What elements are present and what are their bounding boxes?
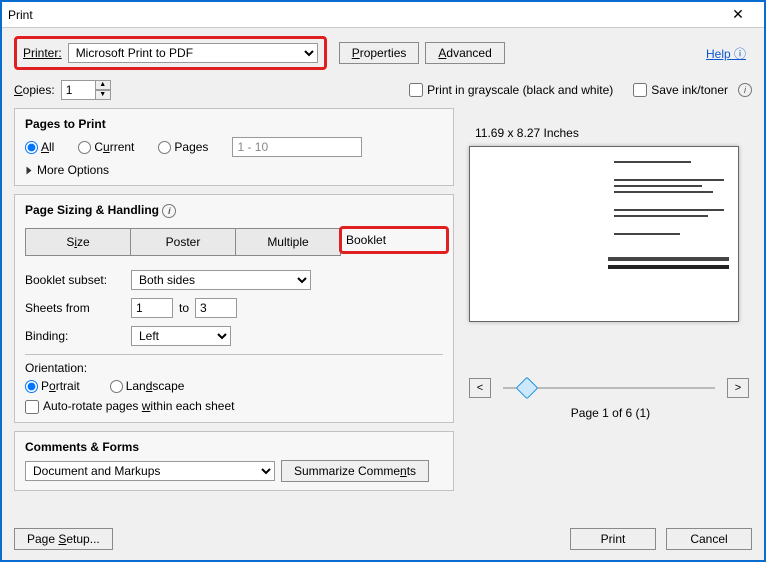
printer-label: Printer: bbox=[23, 46, 62, 60]
help-link[interactable]: Help ⓘ bbox=[706, 45, 752, 62]
copies-label: Copies: bbox=[14, 83, 55, 97]
next-page-button[interactable]: > bbox=[727, 378, 749, 398]
subset-label: Booklet subset: bbox=[25, 273, 125, 287]
print-dialog: Print ✕ Printer: Microsoft Print to PDF … bbox=[0, 0, 766, 562]
printer-row: Printer: Microsoft Print to PDF Properti… bbox=[14, 36, 752, 70]
comments-select[interactable]: Document and Markups bbox=[25, 461, 275, 481]
radio-landscape[interactable]: Landscape bbox=[110, 379, 185, 393]
radio-pages[interactable]: Pages bbox=[158, 140, 208, 154]
tab-multiple[interactable]: Multiple bbox=[235, 228, 341, 256]
tab-size[interactable]: Size bbox=[25, 228, 131, 256]
more-options-toggle[interactable]: More Options bbox=[25, 163, 443, 177]
page-sizing-title: Page Sizing & Handling i bbox=[25, 203, 443, 218]
sheets-to-input[interactable] bbox=[195, 298, 237, 318]
sheets-from-input[interactable] bbox=[131, 298, 173, 318]
binding-select[interactable]: Left bbox=[131, 326, 231, 346]
copies-up-icon[interactable]: ▲ bbox=[95, 80, 111, 90]
subset-select[interactable]: Both sides bbox=[131, 270, 311, 290]
titlebar: Print ✕ bbox=[2, 2, 764, 28]
window-title: Print bbox=[8, 8, 718, 22]
save-ink-checkbox[interactable]: Save ink/toner bbox=[633, 83, 728, 98]
preview-box bbox=[469, 146, 739, 322]
copies-input[interactable] bbox=[61, 80, 95, 100]
print-button[interactable]: Print bbox=[570, 528, 656, 550]
comments-title: Comments & Forms bbox=[25, 440, 443, 454]
close-icon[interactable]: ✕ bbox=[718, 6, 758, 23]
prev-page-button[interactable]: < bbox=[469, 378, 491, 398]
page-indicator: Page 1 of 6 (1) bbox=[469, 406, 752, 420]
booklet-highlight: Booklet bbox=[339, 226, 449, 254]
advanced-button[interactable]: Advanced bbox=[425, 42, 504, 64]
printer-select[interactable]: Microsoft Print to PDF bbox=[68, 43, 318, 63]
page-slider[interactable] bbox=[497, 378, 721, 398]
binding-label: Binding: bbox=[25, 329, 125, 343]
preview-content bbox=[614, 161, 724, 273]
info-icon[interactable]: i bbox=[162, 204, 176, 218]
pages-range-input[interactable] bbox=[232, 137, 362, 157]
page-setup-button[interactable]: Page Setup... bbox=[14, 528, 113, 550]
chevron-right-icon bbox=[27, 167, 32, 175]
pages-to-print-panel: Pages to Print All Current Pages More Op… bbox=[14, 108, 454, 186]
pages-to-print-title: Pages to Print bbox=[25, 117, 443, 131]
footer-bar: Page Setup... Print Cancel bbox=[14, 528, 752, 550]
sheets-to-label: to bbox=[179, 301, 189, 315]
printer-highlight: Printer: Microsoft Print to PDF bbox=[14, 36, 327, 70]
tab-booklet[interactable]: Booklet bbox=[346, 233, 442, 247]
copies-spinbox[interactable]: ▲ ▼ bbox=[61, 80, 111, 100]
grayscale-checkbox[interactable]: Print in grayscale (black and white) bbox=[409, 83, 613, 98]
autorotate-checkbox[interactable]: Auto-rotate pages within each sheet bbox=[25, 399, 443, 414]
page-sizing-panel: Page Sizing & Handling i Size Poster Mul… bbox=[14, 194, 454, 423]
radio-all[interactable]: All bbox=[25, 140, 54, 154]
tab-poster[interactable]: Poster bbox=[130, 228, 236, 256]
preview-dimensions: 11.69 x 8.27 Inches bbox=[475, 126, 752, 140]
sheets-from-label: Sheets from bbox=[25, 301, 125, 315]
summarize-comments-button[interactable]: Summarize Comments bbox=[281, 460, 429, 482]
radio-portrait[interactable]: Portrait bbox=[25, 379, 80, 393]
cancel-button[interactable]: Cancel bbox=[666, 528, 752, 550]
slider-thumb-icon[interactable] bbox=[516, 377, 539, 400]
properties-button[interactable]: Properties bbox=[339, 42, 420, 64]
copies-down-icon[interactable]: ▼ bbox=[95, 90, 111, 100]
info-icon[interactable]: i bbox=[738, 83, 752, 97]
copies-row: Copies: ▲ ▼ Print in grayscale (black an… bbox=[14, 80, 752, 100]
comments-forms-panel: Comments & Forms Document and Markups Su… bbox=[14, 431, 454, 491]
page-nav-row: < > bbox=[469, 378, 749, 398]
radio-current[interactable]: Current bbox=[78, 140, 134, 154]
orientation-title: Orientation: bbox=[25, 361, 443, 375]
preview-column: 11.69 x 8.27 Inches < bbox=[469, 126, 752, 420]
